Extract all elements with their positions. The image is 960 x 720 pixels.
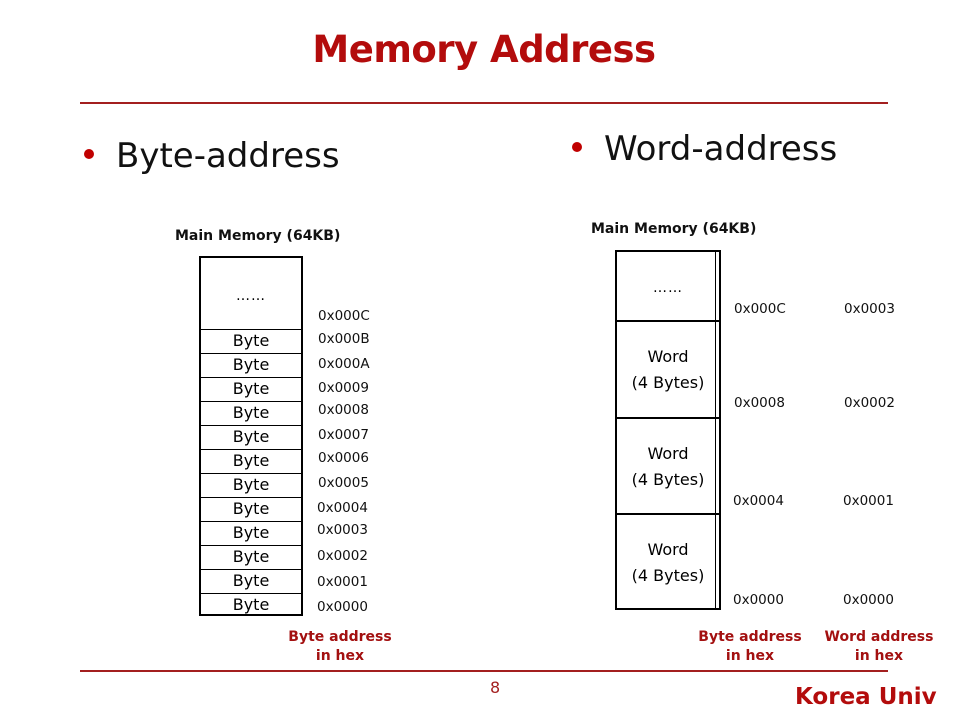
word-cell-line1: Word [647,444,689,463]
bullet-dot-icon [84,148,94,159]
word-byte-address-label: 0x0000 [733,592,784,608]
byte-address-caption-line1: Byte address [288,629,392,645]
word-address-label: 0x0002 [844,395,895,411]
word-byte-address-caption: Byte address in hex [690,628,810,666]
title-divider [80,102,888,104]
word-address-label: 0x0000 [843,592,894,608]
byte-address-label: 0x000A [318,356,370,372]
bullet-word-address-label: Word-address [604,129,838,169]
byte-cell: Byte [201,377,301,400]
byte-address-label: 0x0006 [318,450,369,466]
byte-address-label: 0x0003 [317,522,368,538]
word-byte-address-label: 0x000C [734,301,786,317]
word-memory-block: …… Word (4 Bytes) Word (4 Bytes) Word (4… [615,250,721,610]
bullet-dot-icon [572,141,582,152]
byte-cell: Byte [201,521,301,544]
page-number: 8 [490,678,501,697]
word-address-label: 0x0003 [844,301,895,317]
word-cell-line2: (4 Bytes) [631,373,705,392]
word-cell-line2: (4 Bytes) [631,470,705,489]
byte-cell: Byte [201,473,301,496]
word-address-caption-line2: in hex [854,648,904,664]
byte-address-label: 0x0007 [318,427,369,443]
word-ellipsis: …… [653,280,683,296]
byte-ellipsis: …… [236,288,266,304]
byte-cell: Byte [201,497,301,520]
word-address-caption: Word address in hex [816,628,942,666]
byte-memory-block: …… Byte Byte Byte Byte Byte Byte Byte By… [199,256,303,616]
byte-address-label: 0x0005 [318,475,369,491]
byte-address-label: 0x0002 [317,548,368,564]
footer-brand: Korea Univ [795,684,937,710]
byte-cell: Byte [201,449,301,472]
byte-address-label: 0x0004 [317,500,368,516]
word-address-caption-line1: Word address [824,629,934,645]
word-cell-line2: (4 Bytes) [631,566,705,585]
byte-address-label: 0x0001 [317,574,368,590]
byte-address-caption-line2: in hex [315,648,365,664]
bullet-byte-address: Byte-address [84,136,340,176]
word-byte-address-label: 0x0008 [734,395,785,411]
byte-address-label: 0x0009 [318,380,369,396]
word-byte-address-label: 0x0004 [733,493,784,509]
bullet-byte-address-label: Byte-address [116,136,340,176]
byte-cell: Byte [201,401,301,424]
byte-address-caption: Byte address in hex [280,628,400,666]
byte-cell: Byte [201,329,301,352]
byte-address-label: 0x000B [318,331,370,347]
footer-divider [80,670,888,672]
byte-cell: Byte [201,425,301,448]
word-byte-address-caption-line2: in hex [725,648,775,664]
byte-cell: Byte [201,593,301,616]
byte-address-label: 0x0000 [317,599,368,615]
word-memory-label: Main Memory (64KB) [591,221,757,237]
byte-address-label: 0x000C [318,308,370,324]
byte-cell: Byte [201,545,301,568]
word-cell: Word (4 Bytes) [617,320,719,417]
word-cell-line1: Word [647,540,689,559]
byte-cell: Byte [201,569,301,592]
slide-title: Memory Address [312,28,656,71]
byte-memory-label: Main Memory (64KB) [175,228,341,244]
word-address-label: 0x0001 [843,493,894,509]
word-cell-line1: Word [647,347,689,366]
word-byte-address-caption-line1: Byte address [698,629,802,645]
byte-cell: Byte [201,353,301,376]
word-cell: Word (4 Bytes) [617,513,719,610]
byte-address-label: 0x0008 [318,402,369,418]
bullet-word-address: Word-address [572,129,837,169]
word-cell: Word (4 Bytes) [617,417,719,513]
